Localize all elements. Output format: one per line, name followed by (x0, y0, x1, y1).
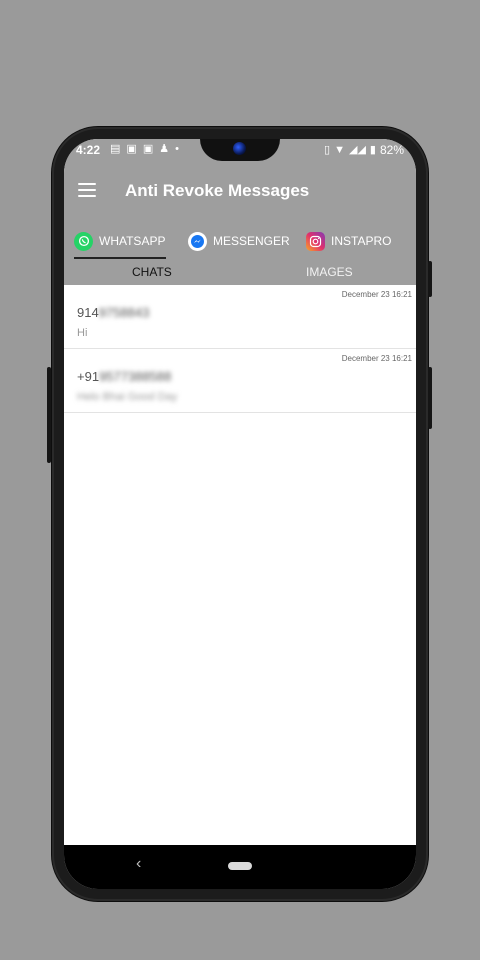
chat-contact: 9149758843 (77, 305, 150, 320)
whatsapp-icon (74, 231, 93, 251)
tab-instapro[interactable]: INSTAPRO (306, 225, 391, 257)
screen: 4:22 ▤ ▣ ▣ ♟ • ▯ ▼ ◢◢ ▮ 82% Anti Revoke … (64, 139, 416, 889)
list-item[interactable]: December 23 16:21 9149758843 Hi (64, 285, 416, 349)
message-icon: ▣ (126, 143, 137, 155)
hamburger-menu-icon[interactable] (78, 183, 96, 197)
vibrate-icon: ▯ (324, 144, 331, 156)
app-header: 4:22 ▤ ▣ ▣ ♟ • ▯ ▼ ◢◢ ▮ 82% Anti Revoke … (64, 139, 416, 285)
app-tabs: WHATSAPP MESSENGER INSTAPRO (64, 219, 416, 259)
camera-notch (200, 139, 280, 161)
chat-contact-blurred: 9758843 (98, 305, 150, 320)
instagram-icon (306, 231, 325, 251)
app-title: Anti Revoke Messages (125, 181, 310, 200)
notification-icon: ▤ (110, 143, 121, 155)
volume-button (47, 367, 51, 463)
notification-icons: ▤ ▣ ▣ ♟ • (110, 142, 179, 156)
toolbar: Anti Revoke Messages (64, 169, 416, 217)
tab-instapro-label: INSTAPRO (331, 234, 392, 248)
person-icon: ♟ (159, 143, 170, 155)
more-dot-icon: • (175, 143, 179, 155)
chat-contact-blurred: 9577388588 (99, 369, 172, 384)
navigation-bar: ‹ (64, 845, 416, 889)
chat-message: Hi (77, 327, 88, 339)
chat-date: December 23 16:21 (341, 290, 412, 299)
status-indicators: ▯ ▼ ◢◢ ▮ 82% (324, 143, 404, 157)
tab-whatsapp[interactable]: WHATSAPP (74, 225, 165, 257)
chat-message: Helo Bhai Good Day (77, 391, 177, 403)
messenger-icon (188, 231, 207, 251)
wifi-icon: ▼ (334, 144, 345, 156)
battery-level: 82% (379, 143, 404, 157)
tab-whatsapp-label: WHATSAPP (99, 234, 166, 248)
chat-date: December 23 16:21 (341, 354, 412, 363)
tab-messenger[interactable]: MESSENGER (188, 225, 290, 257)
chat-message-blurred: Helo Bhai Good Day (77, 391, 178, 403)
back-icon[interactable]: ‹ (136, 855, 141, 873)
signal-icon: ◢◢ (348, 144, 366, 156)
power-button (428, 261, 432, 297)
tab-messenger-label: MESSENGER (213, 234, 290, 248)
list-item[interactable]: December 23 16:21 +919577388588 Helo Bha… (64, 349, 416, 413)
tab-chats[interactable]: CHATS (132, 265, 172, 279)
chat-list: December 23 16:21 9149758843 Hi December… (64, 285, 416, 845)
message-icon: ▣ (142, 143, 154, 155)
home-pill-icon[interactable] (228, 862, 252, 870)
battery-icon: ▮ (369, 144, 376, 156)
side-key (428, 367, 432, 429)
status-bar: 4:22 ▤ ▣ ▣ ♟ • ▯ ▼ ◢◢ ▮ 82% (64, 139, 416, 161)
phone-frame: 4:22 ▤ ▣ ▣ ♟ • ▯ ▼ ◢◢ ▮ 82% Anti Revoke … (47, 127, 432, 901)
front-camera (233, 142, 246, 155)
sub-tabs: CHATS IMAGES (64, 259, 416, 285)
tab-images[interactable]: IMAGES (306, 265, 353, 279)
chat-contact: +919577388588 (77, 369, 172, 384)
status-time: 4:22 (76, 143, 101, 157)
